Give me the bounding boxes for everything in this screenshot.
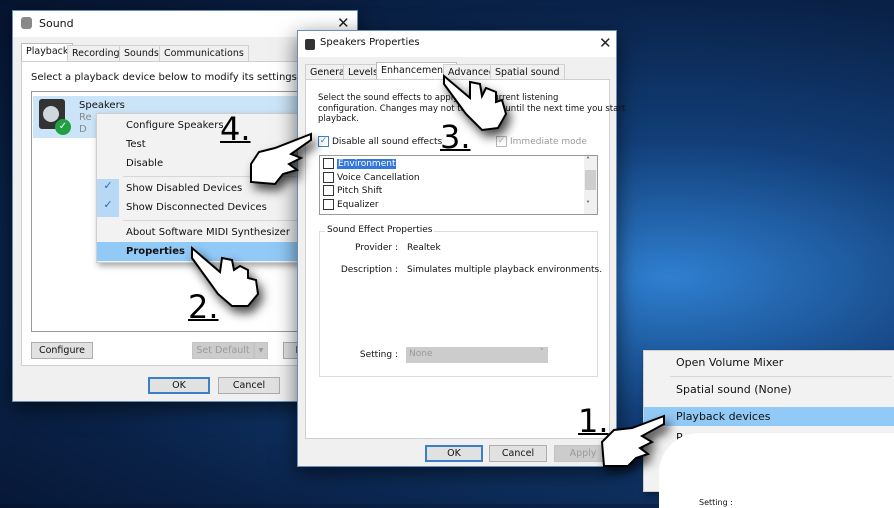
close-icon[interactable]: ✕ (599, 34, 612, 52)
effect-label: Voice Cancellation (337, 173, 420, 183)
effect-label: Equalizer (337, 200, 379, 210)
device-line2: Re (79, 112, 92, 123)
hand-pointer-icon (250, 132, 312, 186)
tab-playback[interactable]: Playback (21, 43, 74, 61)
effects-list[interactable]: Environment Voice Cancellation Pitch Shi… (319, 155, 598, 215)
window-title: Sound (39, 17, 74, 30)
sound-effect-properties-group: Sound Effect Properties Provider : Realt… (319, 225, 602, 377)
ok-button[interactable]: OK (148, 377, 210, 394)
tray-sound-menu: Open Volume Mixer Spatial sound (None) P… (643, 350, 894, 508)
white-overlay (659, 433, 894, 508)
checkbox[interactable] (323, 185, 334, 196)
checkbox[interactable] (323, 172, 334, 183)
checkbox[interactable] (323, 158, 334, 169)
device-name: Speakers (79, 100, 125, 111)
setting-label: Setting : (359, 350, 398, 360)
checkbox-checked-icon: ✓ (318, 136, 329, 147)
scroll-thumb[interactable] (585, 170, 596, 190)
chevron-down-icon: ˅ (539, 348, 545, 358)
ok-button[interactable]: OK (425, 445, 483, 462)
group-title: Sound Effect Properties (325, 225, 435, 235)
checkbox[interactable] (323, 199, 334, 210)
title-bar: Speakers Properties ✕ (298, 31, 616, 57)
setting-value: None (409, 349, 433, 359)
setting-dropdown[interactable]: None ˅ (406, 347, 548, 363)
speaker-icon (305, 39, 315, 50)
disable-all-label: Disable all sound effects (332, 137, 443, 147)
effect-item-environment[interactable]: Environment (323, 158, 397, 169)
tab-recording[interactable]: Recording (67, 45, 125, 61)
menu-playback-devices[interactable]: Playback devices (644, 407, 894, 426)
configure-button[interactable]: Configure (31, 342, 93, 359)
immediate-mode-checkbox[interactable]: ✓ Immediate mode (496, 136, 587, 147)
speaker-icon (21, 17, 32, 29)
menu-separator (123, 220, 303, 221)
hand-pointer-icon (600, 414, 665, 467)
provider-value: Realtek (407, 243, 441, 253)
set-default-button[interactable]: Set Default (192, 342, 254, 359)
hand-pointer-icon (191, 245, 260, 307)
window-title: Speakers Properties (320, 37, 420, 48)
cancel-button[interactable]: Cancel (218, 377, 280, 394)
effect-label: Environment (337, 159, 397, 169)
effect-item-voice-cancellation[interactable]: Voice Cancellation (323, 172, 420, 183)
menu-separator (670, 376, 892, 377)
default-check-icon: ✓ (55, 119, 71, 135)
checkbox-checked-icon: ✓ (496, 136, 507, 147)
menu-show-disconnected[interactable]: Show Disconnected Devices (97, 198, 305, 217)
effect-item-pitch-shift[interactable]: Pitch Shift (323, 185, 382, 196)
menu-open-volume-mixer[interactable]: Open Volume Mixer (644, 353, 894, 372)
menu-spatial-sound[interactable]: Spatial sound (None) (644, 380, 894, 399)
scroll-up-icon[interactable]: ˄ (586, 156, 590, 165)
description-value: Simulates multiple playback environments… (407, 265, 603, 275)
device-line3: D (79, 124, 87, 135)
effect-label: Pitch Shift (337, 186, 383, 196)
scroll-down-icon[interactable]: ˅ (586, 200, 590, 209)
provider-label: Provider : (355, 243, 398, 253)
tab-sounds[interactable]: Sounds (119, 45, 164, 61)
description-label: Description : (340, 265, 398, 275)
effect-item-equalizer[interactable]: Equalizer (323, 199, 379, 210)
scrollbar[interactable]: ˄ ˅ (584, 156, 597, 214)
set-default-dropdown[interactable]: ▾ (254, 342, 268, 359)
instruction-text: Select a playback device below to modify… (31, 72, 301, 83)
cancel-button[interactable]: Cancel (489, 445, 547, 462)
hand-pointer-icon (443, 73, 508, 132)
footer-setting-label: Setting : (699, 498, 733, 507)
tab-communications[interactable]: Communications (159, 45, 249, 61)
immediate-mode-label: Immediate mode (510, 137, 587, 147)
disable-all-checkbox[interactable]: ✓ Disable all sound effects (318, 136, 442, 147)
